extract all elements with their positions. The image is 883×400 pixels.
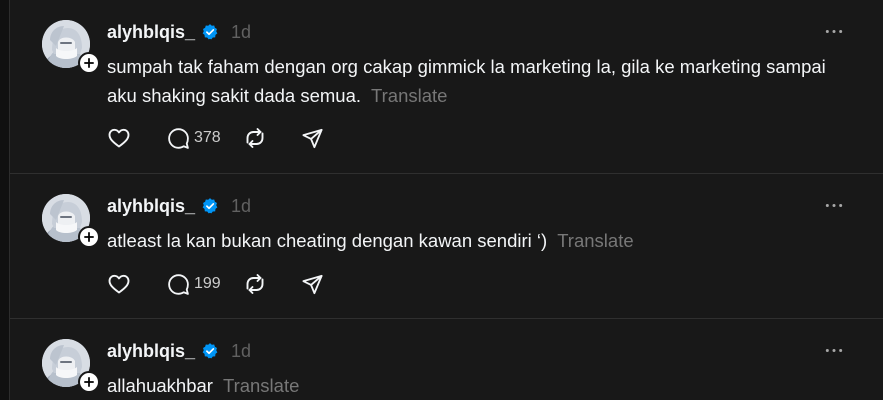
reply-button[interactable]: 199 — [167, 273, 221, 296]
reply-button[interactable]: 378 — [167, 127, 221, 150]
thread-post[interactable]: alyhblqis_ 1d sumpah tak faham dengan or… — [10, 0, 883, 174]
repost-icon — [243, 126, 267, 150]
timestamp[interactable]: 1d — [231, 196, 251, 217]
send-icon — [301, 127, 324, 150]
reply-count: 199 — [194, 275, 221, 292]
app-frame: alyhblqis_ 1d sumpah tak faham dengan or… — [0, 0, 883, 400]
comment-icon — [167, 273, 190, 296]
plus-icon — [82, 230, 96, 244]
action-bar: 378 — [107, 124, 350, 152]
avatar-wrap — [42, 194, 100, 248]
verified-badge-icon — [201, 342, 219, 360]
timestamp[interactable]: 1d — [231, 22, 251, 43]
send-icon — [301, 273, 324, 296]
repost-icon — [243, 272, 267, 296]
more-options-button[interactable] — [822, 196, 846, 214]
avatar-wrap — [42, 339, 100, 393]
verified-badge-icon — [201, 197, 219, 215]
username[interactable]: alyhblqis_ — [107, 341, 195, 362]
more-horizontal-icon — [824, 347, 844, 354]
share-button[interactable] — [301, 127, 324, 150]
plus-icon — [82, 56, 96, 70]
more-horizontal-icon — [824, 202, 844, 209]
avatar-wrap — [42, 20, 100, 74]
post-content: sumpah tak faham dengan org cakap gimmic… — [107, 56, 826, 106]
thread-feed: alyhblqis_ 1d sumpah tak faham dengan or… — [9, 0, 883, 400]
follow-button[interactable] — [78, 226, 100, 248]
translate-link[interactable]: Translate — [557, 230, 633, 251]
post-content: atleast la kan bukan cheating dengan kaw… — [107, 230, 548, 251]
like-button[interactable] — [107, 272, 131, 296]
repost-button[interactable] — [243, 272, 267, 296]
heart-icon — [107, 272, 131, 296]
like-button[interactable] — [107, 126, 131, 150]
more-options-button[interactable] — [822, 22, 846, 40]
heart-icon — [107, 126, 131, 150]
post-header: alyhblqis_ 1d — [107, 194, 251, 218]
comment-icon — [167, 127, 190, 150]
translate-link[interactable]: Translate — [223, 375, 299, 396]
post-text: atleast la kan bukan cheating dengan kaw… — [107, 226, 847, 255]
username[interactable]: alyhblqis_ — [107, 196, 195, 217]
post-text: sumpah tak faham dengan org cakap gimmic… — [107, 52, 847, 110]
post-content: allahuakhbar — [107, 375, 213, 396]
post-header: alyhblqis_ 1d — [107, 339, 251, 363]
translate-link[interactable]: Translate — [371, 85, 447, 106]
follow-button[interactable] — [78, 52, 100, 74]
repost-button[interactable] — [243, 126, 267, 150]
follow-button[interactable] — [78, 371, 100, 393]
username[interactable]: alyhblqis_ — [107, 22, 195, 43]
thread-post[interactable]: alyhblqis_ 1d allahuakhbar Translate — [10, 319, 883, 400]
verified-badge-icon — [201, 23, 219, 41]
timestamp[interactable]: 1d — [231, 341, 251, 362]
action-bar: 199 — [107, 270, 350, 298]
post-header: alyhblqis_ 1d — [107, 20, 251, 44]
thread-post[interactable]: alyhblqis_ 1d atleast la kan bukan cheat… — [10, 174, 883, 319]
more-horizontal-icon — [824, 28, 844, 35]
plus-icon — [82, 375, 96, 389]
share-button[interactable] — [301, 273, 324, 296]
more-options-button[interactable] — [822, 341, 846, 359]
post-text: allahuakhbar Translate — [107, 371, 847, 400]
reply-count: 378 — [194, 129, 221, 146]
